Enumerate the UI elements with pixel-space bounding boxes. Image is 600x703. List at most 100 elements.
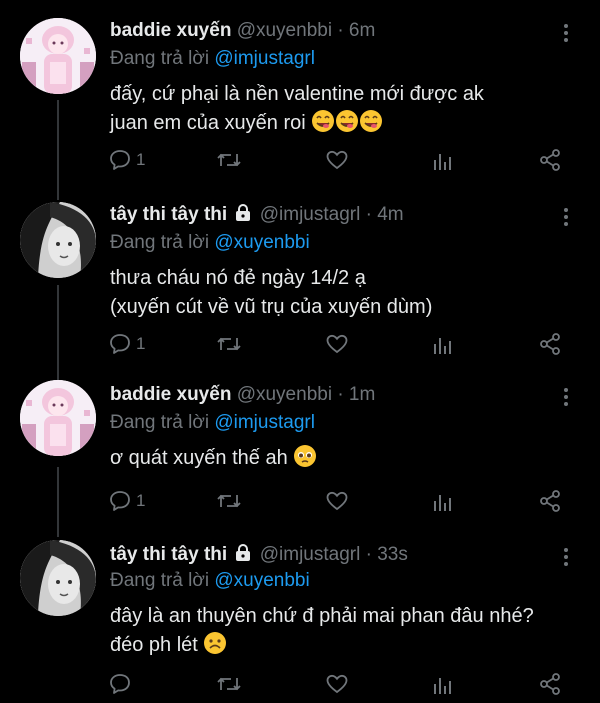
display-name[interactable]: baddie xuyến [110,20,231,41]
reply-count: 1 [136,491,146,510]
tweet-header: tây thi tây thi @imjustagrl · 33s [110,544,408,566]
share-button[interactable] [538,669,562,699]
user-handle[interactable]: @imjustagrl [260,544,361,565]
reply-mention-link[interactable]: @xuyenbbi [214,570,309,591]
more-options-icon[interactable] [563,388,569,409]
timestamp[interactable]: · 4m [366,204,404,225]
views-button[interactable] [432,669,454,699]
heart-icon [326,674,348,694]
retweet-icon [217,337,241,351]
tweet-text-line: đây là an thuyên chứ đ phải mai phan đâu… [110,605,534,627]
tweet-text-line: juan em của xuyến roi [110,109,484,142]
analytics-icon [434,154,451,170]
tweet-actions: 1 [0,329,600,359]
share-icon [540,673,560,695]
avatar[interactable] [20,540,96,616]
reply-icon [110,674,130,694]
tweet[interactable]: baddie xuyến @xuyenbbi · 6m Đang trả lời… [0,0,600,188]
views-button[interactable] [432,145,454,175]
user-handle[interactable]: @imjustagrl [260,204,361,225]
tweet-text-line: (xuyến cút về vũ trụ của xuyến dùm) [110,296,433,318]
avatar[interactable] [20,18,96,94]
reply-mention-link[interactable]: @imjustagrl [214,48,315,69]
retweet-button[interactable] [216,486,242,516]
reply-prefix: Đang trả lời [110,48,210,69]
views-button[interactable] [432,486,454,516]
reply-button[interactable]: 1 [108,145,145,175]
reply-icon [110,334,130,354]
reply-prefix: Đang trả lời [110,570,210,591]
display-name[interactable]: tây thi tây thi [110,544,227,565]
frowning-emoji [204,632,227,654]
lock-icon [236,204,251,221]
retweet-button[interactable] [216,145,242,175]
analytics-icon [434,338,451,354]
yum-emoji [311,109,383,142]
analytics-icon [434,495,451,511]
reply-count: 1 [136,334,146,353]
tweet-actions: 1 [0,486,600,516]
share-icon [540,149,560,171]
tweet-text: ơ quát xuyến thế ah [110,444,317,473]
reply-mention-link[interactable]: @xuyenbbi [214,232,309,253]
display-name[interactable]: baddie xuyến [110,384,231,405]
display-name[interactable]: tây thi tây thi [110,204,227,225]
reply-context: Đang trả lời @imjustagrl [110,48,315,70]
views-button[interactable] [432,329,454,359]
tweet[interactable]: tây thi tây thi @imjustagrl · 33s Đang t… [0,536,600,703]
tweet-text-line-content: đéo ph lét [110,634,198,656]
tweet-text-line: thưa cháu nó đẻ ngày 14/2 ạ [110,267,366,289]
share-button[interactable] [538,145,562,175]
reply-prefix: Đang trả lời [110,412,210,433]
share-button[interactable] [538,329,562,359]
tweet-text-line: ơ quát xuyến thế ah [110,447,288,469]
reply-icon [110,491,130,511]
like-button[interactable] [325,145,349,175]
tweet-header: baddie xuyến @xuyenbbi · 6m [110,20,375,42]
timestamp[interactable]: · 6m [337,20,375,41]
tweet-header: baddie xuyến @xuyenbbi · 1m [110,384,375,406]
lock-icon [236,544,251,561]
avatar[interactable] [20,202,96,278]
reply-count: 1 [136,150,146,169]
tweet-header: tây thi tây thi @imjustagrl · 4m [110,204,404,226]
timestamp[interactable]: · 33s [366,544,408,565]
like-button[interactable] [325,669,349,699]
share-icon [540,333,560,355]
reply-prefix: Đang trả lời [110,232,210,253]
retweet-button[interactable] [216,329,242,359]
tweet[interactable]: tây thi tây thi @imjustagrl · 4m Đang tr… [0,188,600,376]
more-options-icon[interactable] [563,24,569,45]
like-button[interactable] [325,486,349,516]
user-handle[interactable]: @xuyenbbi [237,384,332,405]
tweet-text-line-content: juan em của xuyến roi [110,112,306,134]
retweet-icon [217,677,241,691]
analytics-icon [434,678,451,694]
timestamp[interactable]: · 1m [337,384,375,405]
more-options-icon[interactable] [563,208,569,229]
pleading-emoji [294,445,317,467]
user-handle[interactable]: @xuyenbbi [237,20,332,41]
heart-icon [326,334,348,354]
tweet[interactable]: baddie xuyến @xuyenbbi · 1m Đang trả lời… [0,376,600,536]
tweet-text-line: đấy, cứ phại là nền valentine mới được a… [110,83,484,105]
retweet-button[interactable] [216,669,242,699]
reply-context: Đang trả lời @xuyenbbi [110,570,310,592]
reply-context: Đang trả lời @xuyenbbi [110,232,310,254]
tweet-actions: 1 [0,145,600,175]
reply-button[interactable] [108,669,136,699]
reply-icon [110,150,130,170]
reply-context: Đang trả lời @imjustagrl [110,412,315,434]
share-button[interactable] [538,486,562,516]
more-options-icon[interactable] [563,548,569,569]
avatar[interactable] [20,380,96,456]
heart-icon [326,150,348,170]
reply-button[interactable]: 1 [108,486,145,516]
heart-icon [326,491,348,511]
tweet-text-line: đéo ph lét [110,631,534,660]
reply-mention-link[interactable]: @imjustagrl [214,412,315,433]
tweet-actions [0,669,600,699]
like-button[interactable] [325,329,349,359]
tweet-text: thưa cháu nó đẻ ngày 14/2 ạ (xuyến cút v… [110,264,432,322]
reply-button[interactable]: 1 [108,329,145,359]
